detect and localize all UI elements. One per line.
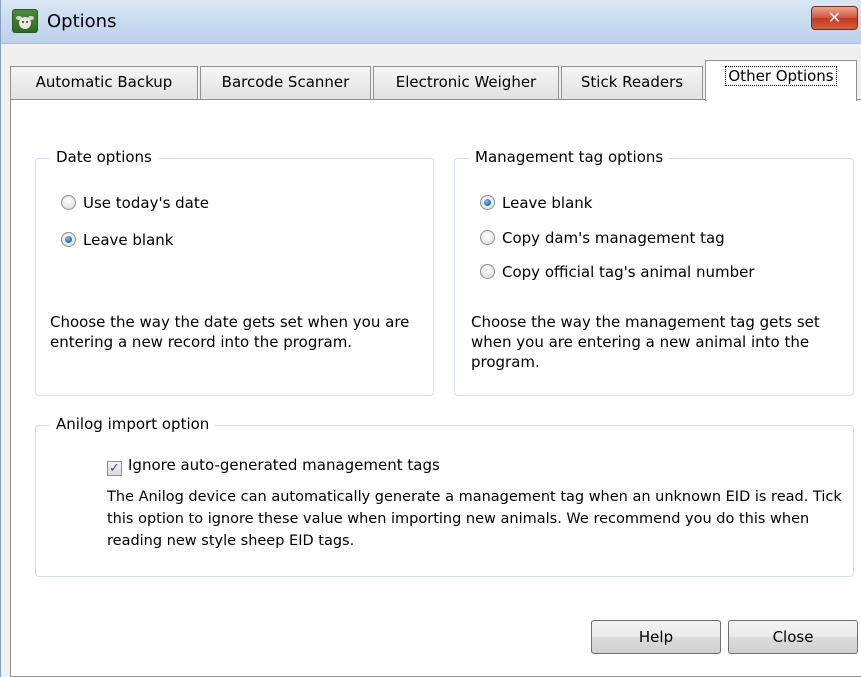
anilog-import-legend: Anilog import option: [50, 415, 216, 433]
close-icon: ✕: [827, 8, 842, 27]
help-button[interactable]: Help: [591, 620, 721, 654]
radio-use-todays-date[interactable]: Use today's date: [61, 194, 209, 212]
date-options-legend: Date options: [50, 148, 158, 166]
radio-icon: [480, 195, 495, 210]
radio-icon: [61, 195, 76, 210]
close-button[interactable]: Close: [728, 620, 858, 654]
tab-other-options-label: Other Options: [725, 66, 837, 86]
window-title: Options: [47, 11, 117, 32]
radio-copy-official-tag-label: Copy official tag's animal number: [502, 263, 755, 281]
anilog-import-description: The Anilog device can automatically gene…: [107, 489, 842, 549]
sheep-icon: [12, 9, 38, 33]
radio-icon: [61, 232, 76, 247]
radio-date-leave-blank[interactable]: Leave blank: [61, 231, 173, 249]
checkbox-icon: ✓: [107, 461, 122, 476]
close-window-button[interactable]: ✕: [811, 6, 858, 30]
radio-use-todays-date-label: Use today's date: [83, 194, 209, 212]
ignore-auto-generated-label: Ignore auto-generated management tags: [128, 456, 440, 474]
tab-bar: Automatic Backup Barcode Scanner Electro…: [1, 60, 861, 101]
date-options-group: Date options Use today's date Leave blan…: [35, 148, 434, 396]
radio-tag-leave-blank-label: Leave blank: [502, 194, 593, 212]
management-tag-options-description: Choose the way the management tag gets s…: [471, 313, 820, 371]
management-tag-options-group: Management tag options Leave blank Copy …: [454, 148, 854, 396]
tab-panel-other-options: Date options Use today's date Leave blan…: [10, 99, 861, 677]
management-tag-options-legend: Management tag options: [469, 148, 670, 166]
radio-icon: [480, 264, 495, 279]
ignore-auto-generated-checkbox[interactable]: ✓ Ignore auto-generated management tags: [107, 456, 440, 476]
title-bar[interactable]: Options ✕: [1, 0, 861, 44]
radio-copy-official-tag[interactable]: Copy official tag's animal number: [480, 263, 755, 281]
radio-date-leave-blank-label: Leave blank: [83, 231, 174, 249]
tab-electronic-weigher[interactable]: Electronic Weigher: [373, 66, 559, 99]
tab-barcode-scanner[interactable]: Barcode Scanner: [200, 66, 371, 99]
tab-other-options[interactable]: Other Options: [705, 60, 857, 101]
options-dialog: Options ✕ Automatic Backup Barcode Scann…: [0, 0, 861, 677]
radio-icon: [480, 230, 495, 245]
tab-automatic-backup[interactable]: Automatic Backup: [10, 66, 198, 99]
radio-copy-dam-tag-label: Copy dam's management tag: [502, 229, 725, 247]
tab-stick-readers[interactable]: Stick Readers: [561, 66, 703, 99]
radio-copy-dam-tag[interactable]: Copy dam's management tag: [480, 229, 725, 247]
date-options-description: Choose the way the date gets set when yo…: [50, 313, 410, 351]
radio-tag-leave-blank[interactable]: Leave blank: [480, 194, 592, 212]
anilog-import-group: Anilog import option ✓ Ignore auto-genera…: [35, 415, 854, 577]
